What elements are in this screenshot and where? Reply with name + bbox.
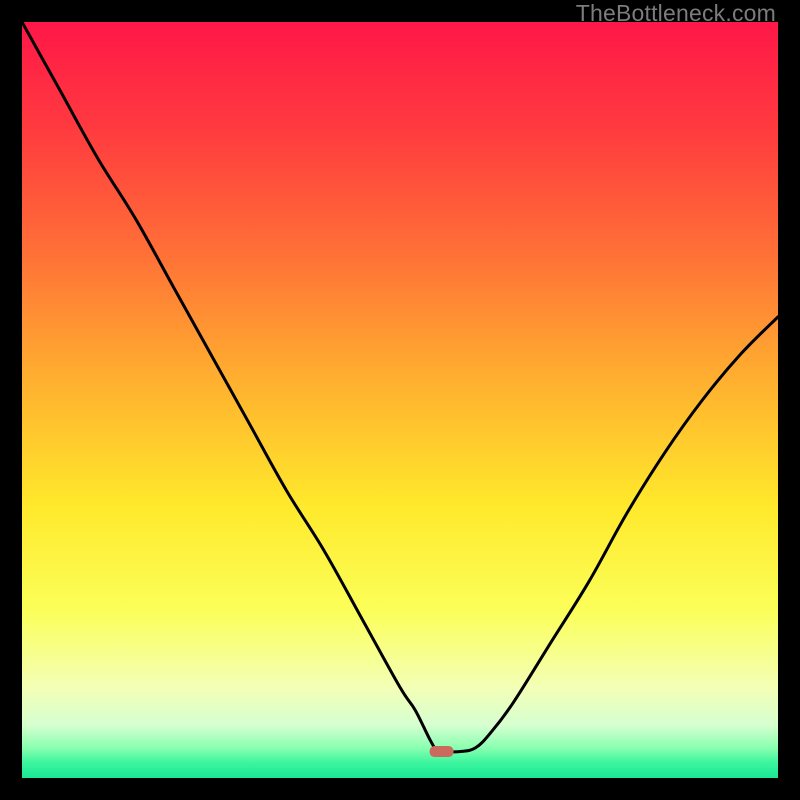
chart-svg bbox=[22, 22, 778, 778]
watermark-text: TheBottleneck.com bbox=[576, 0, 776, 27]
chart-frame bbox=[22, 22, 778, 778]
gradient-background bbox=[22, 22, 778, 778]
plot-area bbox=[22, 22, 778, 778]
optimal-point-marker bbox=[430, 746, 454, 757]
